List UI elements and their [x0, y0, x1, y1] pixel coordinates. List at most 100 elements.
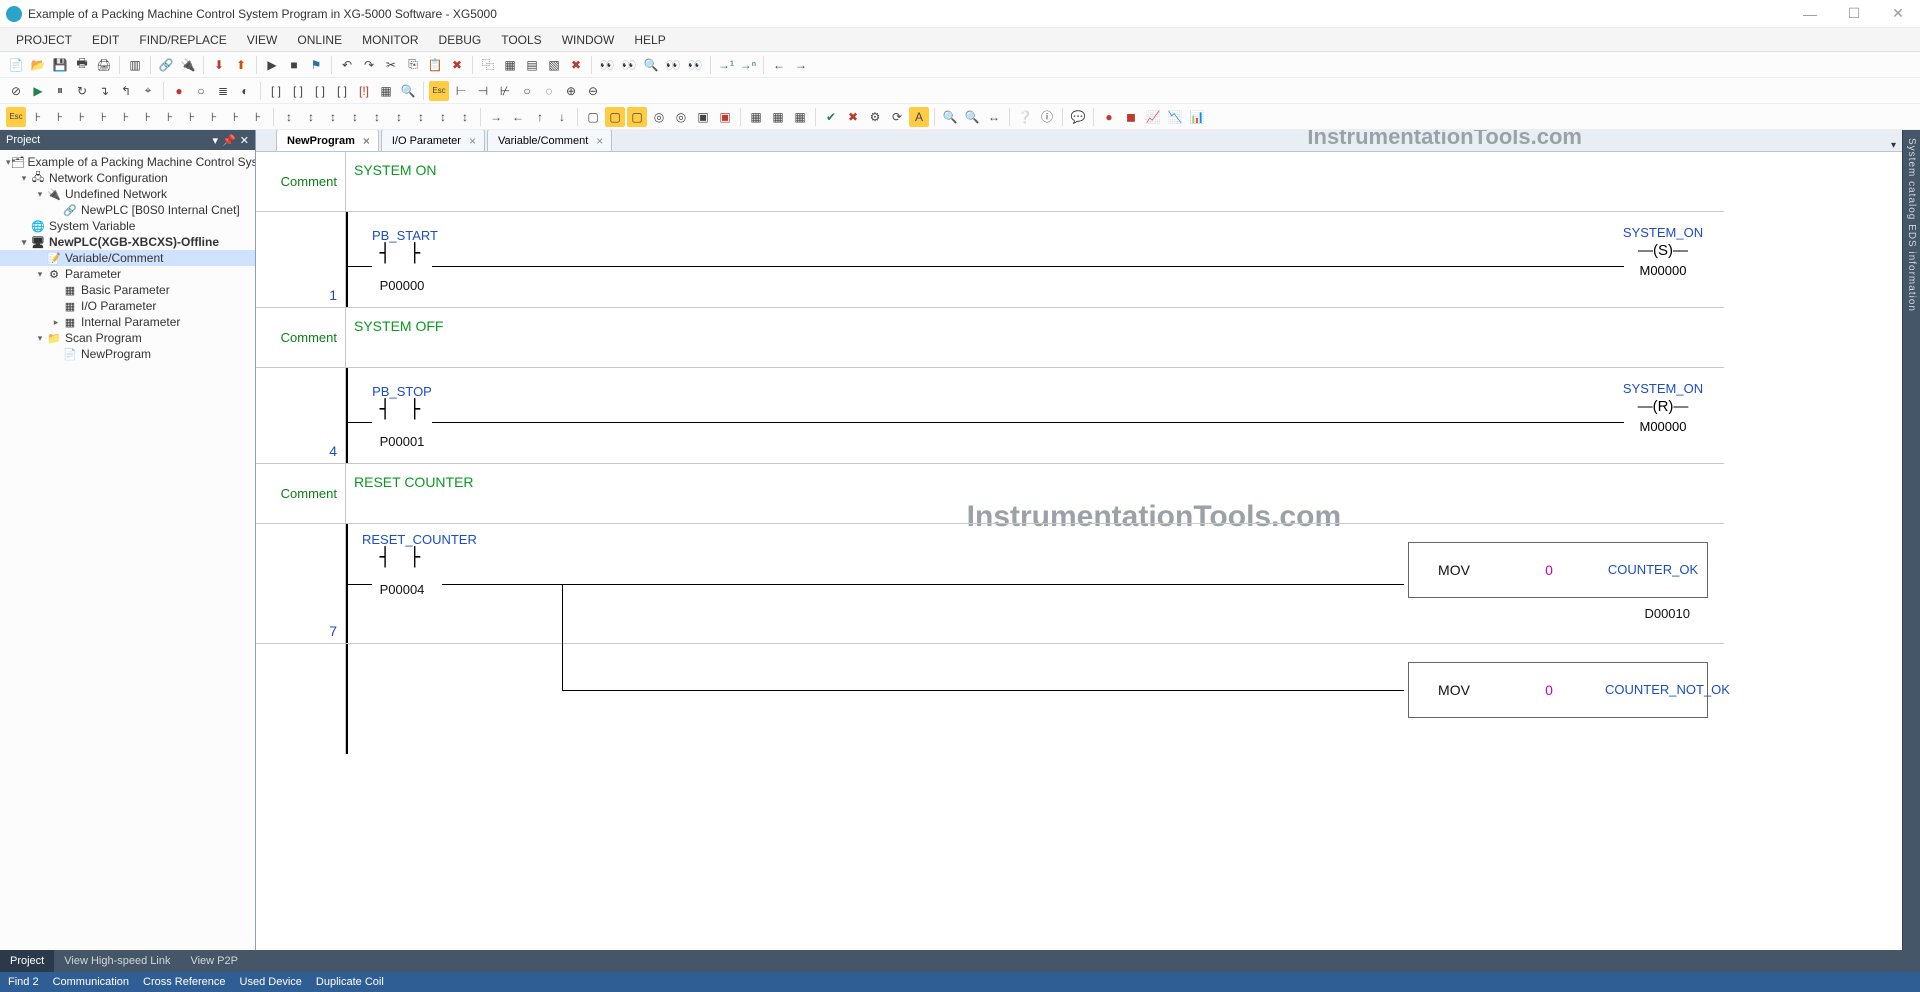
- esc-btn[interactable]: Esc: [6, 107, 26, 127]
- right-side-panel[interactable]: System catalog EDS information: [1902, 130, 1920, 950]
- f7-ladder-icon[interactable]: ◌: [539, 81, 559, 101]
- f4-ladder-icon[interactable]: ⊣: [473, 81, 493, 101]
- grid2-icon[interactable]: ▦: [768, 107, 788, 127]
- graph-icon[interactable]: ⿻: [478, 55, 498, 75]
- play-icon[interactable]: ▶: [28, 81, 48, 101]
- panel-close-icon[interactable]: ✕: [240, 134, 249, 147]
- sf4-icon[interactable]: ⊦: [94, 107, 114, 127]
- panel-pin-icon[interactable]: 📌: [222, 134, 236, 147]
- force-icon[interactable]: [!]: [354, 81, 374, 101]
- highlight-icon[interactable]: 🔍: [641, 55, 661, 75]
- status-icon[interactable]: ⚑: [306, 55, 326, 75]
- tree-basic-param[interactable]: ▦Basic Parameter: [0, 282, 255, 298]
- c5-icon[interactable]: ↑: [530, 107, 550, 127]
- c4-icon[interactable]: ←: [508, 107, 528, 127]
- paste-icon[interactable]: 📋: [425, 55, 445, 75]
- menu-help[interactable]: HELP: [624, 30, 675, 50]
- func-mov-counter-not-ok[interactable]: MOV 0 COUNTER_NOT_OK: [1408, 662, 1708, 718]
- step-icon[interactable]: →¹: [716, 55, 736, 75]
- coil-system-on-set[interactable]: SYSTEM_ON —(S)— M00000: [1618, 226, 1708, 278]
- open-folder-icon[interactable]: 📂: [28, 55, 48, 75]
- tab-overflow-icon[interactable]: ▾: [1891, 140, 1896, 151]
- trend3-icon[interactable]: 📊: [1187, 107, 1207, 127]
- watch4-icon[interactable]: [ ]: [332, 81, 352, 101]
- break-icon[interactable]: ⊘: [6, 81, 26, 101]
- rec-stop-icon[interactable]: ◼: [1121, 107, 1141, 127]
- diag-icon[interactable]: 🔍: [398, 81, 418, 101]
- sf8b-icon[interactable]: ↕: [433, 107, 453, 127]
- close-icon[interactable]: ×: [363, 134, 370, 148]
- f3-ladder-icon[interactable]: ⊢: [451, 81, 471, 101]
- connect-icon[interactable]: 🔗: [156, 55, 176, 75]
- redo-icon[interactable]: ↷: [359, 55, 379, 75]
- menu-monitor[interactable]: MONITOR: [352, 30, 428, 50]
- view4-icon[interactable]: ◎: [649, 107, 669, 127]
- find-next-icon[interactable]: 👀: [619, 55, 639, 75]
- restart-icon[interactable]: ↻: [72, 81, 92, 101]
- sf3-icon[interactable]: ⊦: [72, 107, 92, 127]
- menu-debug[interactable]: DEBUG: [429, 30, 492, 50]
- menu-tools[interactable]: TOOLS: [491, 30, 551, 50]
- watch2-icon[interactable]: [ ]: [288, 81, 308, 101]
- ladder-editor[interactable]: InstrumentationTools.com Comment SYSTEM …: [256, 152, 1902, 950]
- module-icon[interactable]: ▥: [125, 55, 145, 75]
- disconnect-icon[interactable]: 🔌: [178, 55, 198, 75]
- menu-window[interactable]: WINDOW: [552, 30, 625, 50]
- print-icon[interactable]: 🖨: [94, 55, 114, 75]
- menu-find-replace[interactable]: FIND/REPLACE: [129, 30, 236, 50]
- panel-dropdown-icon[interactable]: ▾: [213, 134, 219, 147]
- sf2-icon[interactable]: ⊦: [50, 107, 70, 127]
- sf1-icon[interactable]: ⊦: [28, 107, 48, 127]
- zoom-in-icon[interactable]: 🔍: [940, 107, 960, 127]
- sf7-icon[interactable]: ⊦: [160, 107, 180, 127]
- trend-icon[interactable]: 📈: [1143, 107, 1163, 127]
- menu-online[interactable]: ONLINE: [287, 30, 352, 50]
- tree-network-config[interactable]: ▾🖧Network Configuration: [0, 170, 255, 186]
- f10-icon[interactable]: ⊦: [226, 107, 246, 127]
- tab-variable-comment[interactable]: Variable/Comment×: [487, 130, 612, 151]
- bp-toggle-icon[interactable]: ◐: [235, 81, 255, 101]
- close-button[interactable]: ✕: [1876, 0, 1920, 28]
- maximize-button[interactable]: ☐: [1832, 0, 1876, 28]
- pause-icon[interactable]: ⏸: [50, 81, 70, 101]
- view1-icon[interactable]: ▢: [583, 107, 603, 127]
- rec-icon[interactable]: ●: [1099, 107, 1119, 127]
- mem-icon[interactable]: ▦: [376, 81, 396, 101]
- help-icon[interactable]: ❔: [1015, 107, 1035, 127]
- f5-ladder-icon[interactable]: ⊬: [495, 81, 515, 101]
- menu-view[interactable]: VIEW: [237, 30, 288, 50]
- minimize-button[interactable]: —: [1788, 0, 1832, 28]
- sf2b-icon[interactable]: ↕: [301, 107, 321, 127]
- status-communication[interactable]: Communication: [53, 976, 129, 988]
- func-mov-counter-ok[interactable]: MOV 0 COUNTER_OK: [1408, 542, 1708, 598]
- tree-io-param[interactable]: ▦I/O Parameter: [0, 298, 255, 314]
- tree-parameter[interactable]: ▾⚙Parameter: [0, 266, 255, 282]
- f11-icon[interactable]: ⊦: [248, 107, 268, 127]
- step-in-icon[interactable]: ↴: [94, 81, 114, 101]
- next-icon[interactable]: →: [791, 55, 811, 75]
- f8-ladder-icon[interactable]: ⊕: [561, 81, 581, 101]
- status-duplicate-coil[interactable]: Duplicate Coil: [316, 976, 384, 988]
- sf7b-icon[interactable]: ↕: [411, 107, 431, 127]
- left-tab-project[interactable]: Project: [0, 950, 54, 972]
- tree-scan-program[interactable]: ▾📁Scan Program: [0, 330, 255, 346]
- esc-key-icon[interactable]: Esc: [429, 81, 449, 101]
- save-all-icon[interactable]: 🖶: [72, 55, 92, 75]
- grid3-icon[interactable]: ▦: [790, 107, 810, 127]
- c3-icon[interactable]: →: [486, 107, 506, 127]
- left-tab-hslink[interactable]: View High-speed Link: [54, 950, 180, 972]
- view2-icon[interactable]: ▢: [605, 107, 625, 127]
- goto-icon[interactable]: 👀: [685, 55, 705, 75]
- view7-icon[interactable]: ▣: [715, 107, 735, 127]
- remove-icon[interactable]: ✖: [566, 55, 586, 75]
- zoom-out-icon[interactable]: 🔍: [962, 107, 982, 127]
- tab-io-parameter[interactable]: I/O Parameter×: [381, 130, 485, 151]
- view5-icon[interactable]: ◎: [671, 107, 691, 127]
- step-over-icon[interactable]: →ⁿ: [738, 55, 758, 75]
- new-file-icon[interactable]: 📄: [6, 55, 26, 75]
- sf6b-icon[interactable]: ↕: [389, 107, 409, 127]
- about-icon[interactable]: ⓘ: [1037, 107, 1057, 127]
- c6-icon[interactable]: ↓: [552, 107, 572, 127]
- ok-icon[interactable]: ✔: [821, 107, 841, 127]
- contact-pb-stop[interactable]: PB_STOP ┤ ├ P00001: [372, 384, 432, 449]
